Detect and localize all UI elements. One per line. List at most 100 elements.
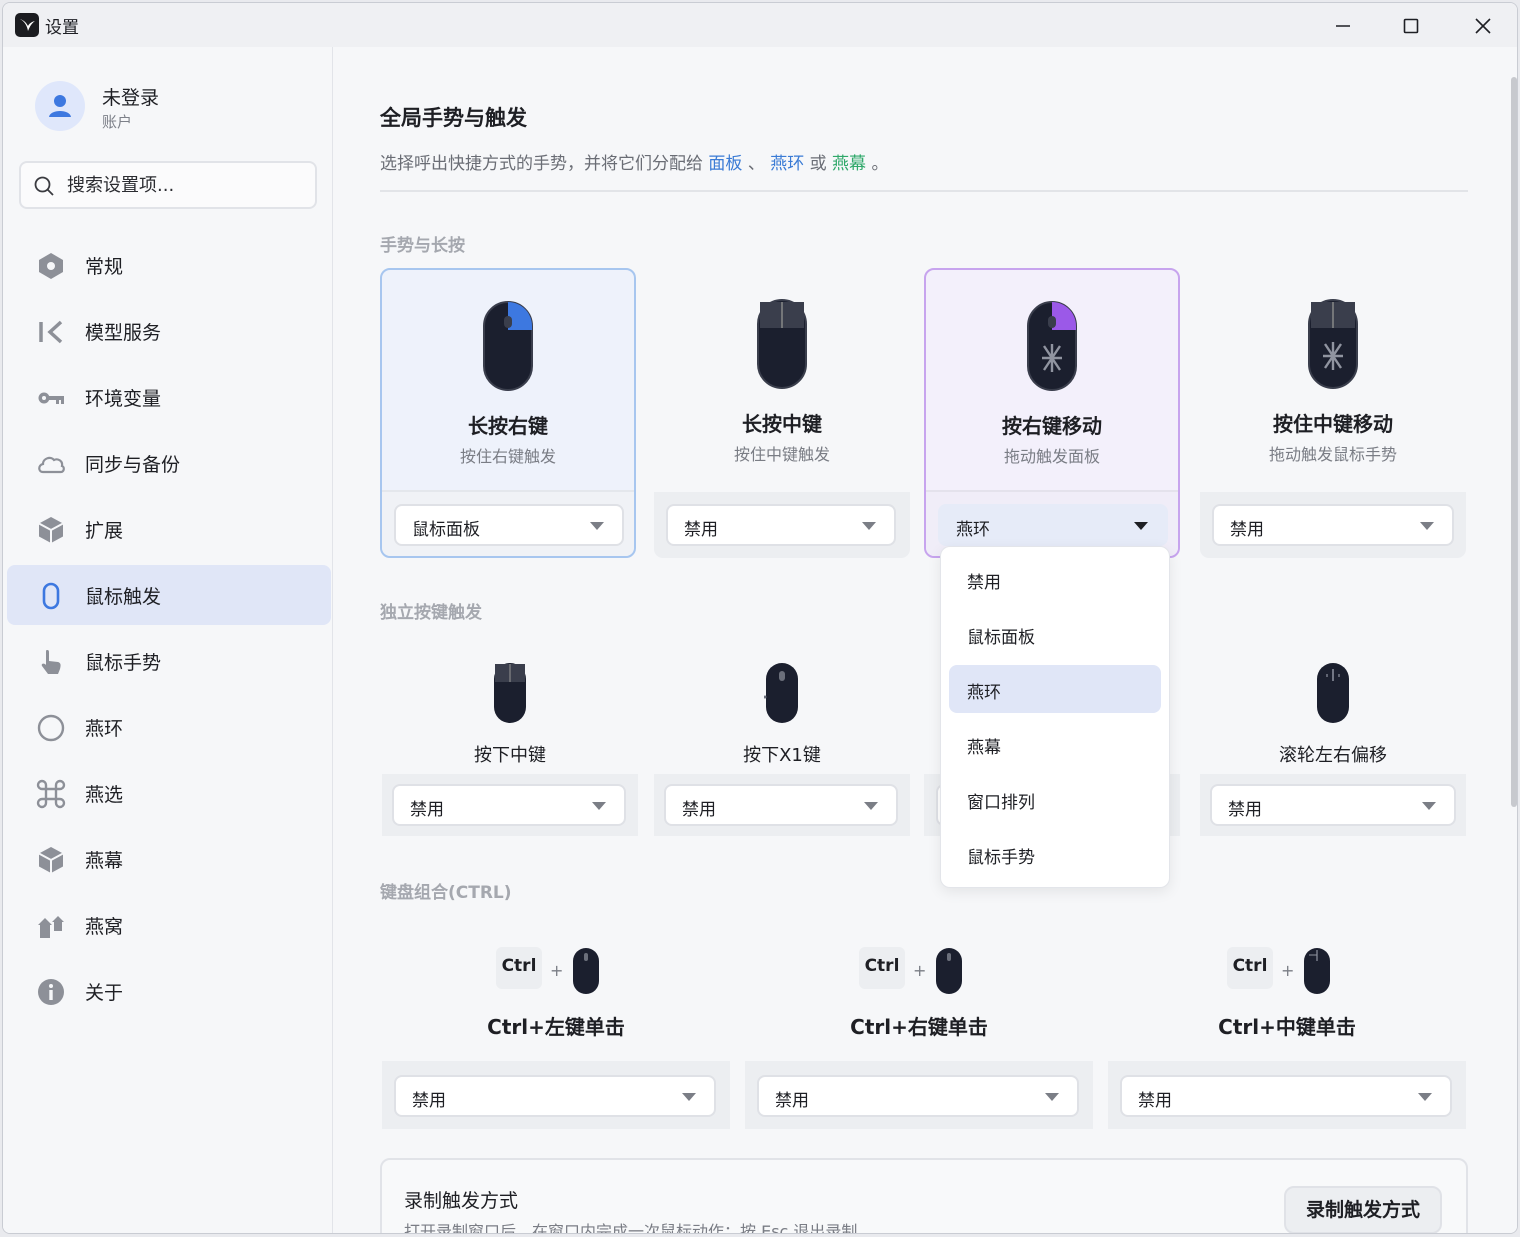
card-footer: 禁用	[382, 1061, 730, 1129]
sidebar-item-model-service[interactable]: 模型服务	[7, 301, 331, 361]
sidebar-item-yanxuan[interactable]: 燕选	[7, 763, 331, 823]
select-value: 禁用	[684, 520, 718, 540]
gesture-card-long-press-right[interactable]: 长按右键 按住右键触发 鼠标面板	[380, 268, 636, 558]
gesture-card-middle-drag[interactable]: 按住中键移动 拖动触发鼠标手势 禁用	[1200, 268, 1466, 558]
record-title: 录制触发方式	[404, 1190, 519, 1212]
select-value: 禁用	[775, 1091, 809, 1111]
sidebar-item-yanwo[interactable]: 燕窝	[7, 895, 331, 955]
select-value: 禁用	[1230, 520, 1264, 540]
cloud-icon	[35, 448, 67, 480]
search-box[interactable]	[19, 161, 317, 209]
card-title: Ctrl+中键单击	[1218, 1015, 1356, 1039]
user-name[interactable]: 未登录	[102, 83, 159, 110]
card-title: Ctrl+左键单击	[487, 1015, 625, 1039]
search-input[interactable]	[67, 171, 307, 199]
user-account-label: 账户	[102, 113, 133, 131]
action-select[interactable]: 禁用	[666, 504, 896, 546]
dropdown-option-yanmu[interactable]: 燕幕	[949, 720, 1161, 768]
option-label: 窗口排列	[967, 793, 1035, 813]
sidebar-item-label: 模型服务	[85, 322, 162, 344]
plus-sign: +	[550, 961, 564, 980]
chevron-down-icon	[1045, 1093, 1059, 1101]
action-select[interactable]: 禁用	[1210, 784, 1456, 826]
sidebar-item-extensions[interactable]: 扩展	[7, 499, 331, 559]
action-select[interactable]: 禁用	[1212, 504, 1454, 546]
card-subtitle: 按住中键触发	[733, 445, 830, 464]
button-card-wheel-tilt[interactable]: 滚轮左右偏移 禁用	[1200, 661, 1466, 861]
minimize-button[interactable]	[1313, 7, 1373, 45]
avatar[interactable]	[35, 81, 85, 131]
description-text: 选择呼出快捷方式的手势，并将它们分配给	[380, 154, 703, 174]
search-icon	[34, 176, 54, 196]
action-select[interactable]: 鼠标面板	[394, 504, 624, 546]
dropdown-option-mouse-panel[interactable]: 鼠标面板	[949, 610, 1161, 658]
sidebar-nav: 常规 模型服务 环境变量 同步与备份 扩展 鼠标触发 鼠标手势 燕环 燕选 燕幕…	[7, 235, 331, 1027]
section-gestures-label: 手势与长按	[380, 236, 465, 256]
sidebar-item-label: 扩展	[85, 520, 124, 542]
dropdown-option-yanhuan[interactable]: 燕环	[949, 665, 1161, 713]
mouse-wheel-tilt-icon	[1315, 661, 1351, 725]
button-card-x1-click[interactable]: 按下X1键 禁用	[654, 661, 910, 861]
action-select[interactable]: 禁用	[392, 784, 626, 826]
sidebar: 未登录 账户 常规 模型服务	[3, 47, 333, 1233]
chevron-down-icon	[590, 522, 604, 530]
card-footer: 禁用	[745, 1061, 1093, 1129]
section-buttons-label: 独立按键触发	[380, 603, 482, 623]
option-label: 燕幕	[967, 738, 1001, 758]
action-select-open[interactable]: 燕环	[938, 504, 1168, 546]
sidebar-item-mouse-gesture[interactable]: 鼠标手势	[7, 631, 331, 691]
title-bar: 设置	[3, 3, 1517, 47]
dropdown-option-window-arrange[interactable]: 窗口排列	[949, 775, 1161, 823]
description-or: 或	[809, 154, 827, 174]
sidebar-item-yanmu[interactable]: 燕幕	[7, 829, 331, 889]
link-ring[interactable]: 燕环	[770, 154, 804, 174]
card-footer: 禁用	[654, 774, 910, 836]
card-footer: 禁用	[382, 774, 638, 836]
mouse-right-drag-icon	[1026, 300, 1078, 392]
mouse-middle-drag-icon	[1307, 298, 1359, 390]
app-logo-icon	[15, 13, 39, 37]
maximize-button[interactable]	[1381, 7, 1441, 45]
keyboard-card-ctrl-middle[interactable]: Ctrl + Ctrl+中键单击 禁用	[1108, 947, 1466, 1177]
sidebar-item-env-vars[interactable]: 环境变量	[7, 367, 331, 427]
gesture-card-long-press-middle[interactable]: 长按中键 按住中键触发 禁用	[654, 268, 910, 558]
scrollbar[interactable]	[1511, 77, 1517, 807]
close-button[interactable]	[1453, 7, 1513, 45]
dropdown-option-disabled[interactable]: 禁用	[949, 555, 1161, 603]
section-keyboard-label: 键盘组合(CTRL)	[380, 883, 512, 903]
circle-icon	[35, 712, 67, 744]
houses-icon	[35, 910, 67, 942]
record-trigger-button[interactable]: 录制触发方式	[1284, 1186, 1442, 1233]
option-label: 鼠标面板	[967, 628, 1035, 648]
sidebar-item-about[interactable]: 关于	[7, 961, 331, 1021]
mouse-left-button-icon	[573, 948, 599, 994]
info-icon	[35, 976, 67, 1008]
action-select[interactable]: 禁用	[1120, 1075, 1452, 1117]
option-label: 燕环	[967, 683, 1001, 703]
action-select[interactable]: 禁用	[394, 1075, 716, 1117]
user-icon	[49, 95, 71, 117]
link-panel[interactable]: 面板	[708, 154, 742, 174]
sidebar-item-label: 环境变量	[85, 388, 162, 410]
sidebar-item-yanhuan[interactable]: 燕环	[7, 697, 331, 757]
mouse-middle-button-icon	[756, 298, 808, 390]
sidebar-item-general[interactable]: 常规	[7, 235, 331, 295]
key-combo: Ctrl +	[1227, 947, 1347, 997]
link-curtain[interactable]: 燕幕	[832, 154, 866, 174]
option-label: 鼠标手势	[967, 848, 1035, 868]
action-select[interactable]: 禁用	[757, 1075, 1079, 1117]
ctrl-key: Ctrl	[1227, 947, 1273, 989]
chevron-down-icon	[862, 522, 876, 530]
dropdown-option-mouse-gesture[interactable]: 鼠标手势	[949, 830, 1161, 878]
button-card-middle-click[interactable]: 按下中键 禁用	[382, 661, 638, 861]
sidebar-item-sync-backup[interactable]: 同步与备份	[7, 433, 331, 493]
keyboard-card-ctrl-right[interactable]: Ctrl + Ctrl+右键单击 禁用	[745, 947, 1093, 1177]
sidebar-item-label: 燕环	[85, 718, 124, 740]
gesture-card-right-drag[interactable]: 按右键移动 拖动触发面板 燕环	[924, 268, 1180, 558]
sidebar-item-mouse-trigger[interactable]: 鼠标触发	[7, 565, 331, 625]
card-title: 按下中键	[474, 745, 546, 766]
card-title: Ctrl+右键单击	[850, 1015, 988, 1039]
action-select[interactable]: 禁用	[664, 784, 898, 826]
keyboard-card-ctrl-left[interactable]: Ctrl + Ctrl+左键单击 禁用	[382, 947, 730, 1177]
chevron-down-icon	[1422, 802, 1436, 810]
